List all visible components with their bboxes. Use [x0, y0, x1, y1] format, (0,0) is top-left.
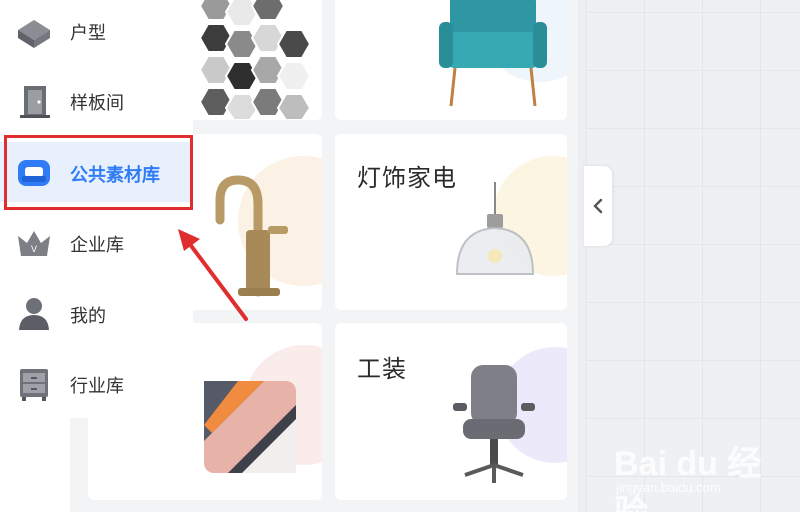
sidebar-item-label: 样板间 — [70, 93, 124, 114]
baidu-jingyan-watermark: Bai du 经验 jingyan.baidu.com — [612, 428, 792, 512]
armchair-image — [439, 0, 547, 107]
watermark-url: jingyan.baidu.com — [616, 480, 721, 495]
sidebar-item-label: 我的 — [70, 306, 106, 327]
office-chair-image — [453, 365, 535, 483]
cabinet-icon — [20, 369, 48, 401]
sidebar-footer — [0, 418, 70, 512]
collapse-panel-button[interactable] — [584, 166, 612, 246]
annotation-highlight-box — [4, 135, 193, 210]
watermark-logo-text: Bai du 经验 — [614, 445, 762, 512]
chevron-left-icon — [593, 198, 603, 214]
sidebar-item-label: 户型 — [70, 23, 106, 44]
svg-text:V: V — [31, 244, 37, 254]
user-icon — [19, 298, 49, 330]
crown-icon: V — [18, 231, 50, 256]
category-card-armchair[interactable] — [335, 0, 567, 120]
category-card-lamps[interactable]: 灯饰家电 — [335, 134, 567, 310]
sidebar-item-floorplan[interactable]: 户型 — [0, 0, 193, 60]
sidebar-item-label: 企业库 — [70, 235, 124, 256]
sidebar-item-label: 行业库 — [70, 376, 124, 397]
sidebar-item-showroom[interactable]: 样板间 — [0, 70, 193, 130]
pendant-lamp-image — [455, 182, 535, 275]
sidebar-item-industry-library[interactable]: 行业库 — [0, 353, 193, 413]
annotation-arrow — [178, 229, 248, 321]
door-icon — [20, 86, 50, 118]
sidebar-item-mine[interactable]: 我的 — [0, 283, 193, 343]
sidebar-item-enterprise-library[interactable]: V 企业库 — [0, 212, 193, 272]
category-card-office[interactable]: 工装 — [335, 323, 567, 500]
house-icon — [18, 20, 50, 48]
panel-divider[interactable] — [578, 0, 586, 512]
